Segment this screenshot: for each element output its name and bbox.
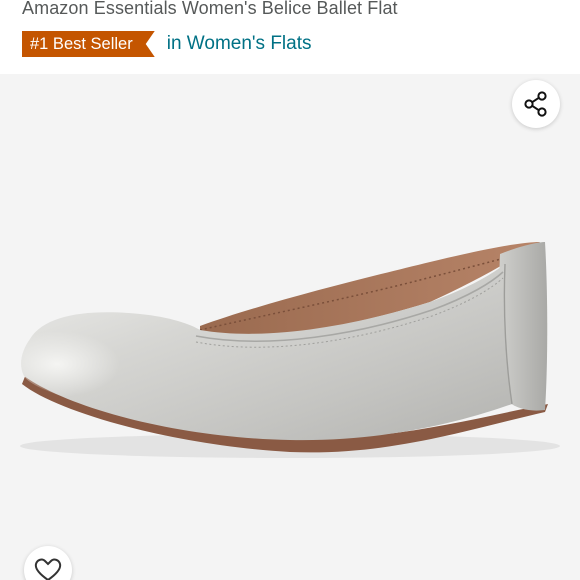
share-button[interactable]	[512, 80, 560, 128]
product-header: Amazon Essentials Women's Belice Ballet …	[0, 0, 580, 74]
product-title[interactable]: Amazon Essentials Women's Belice Ballet …	[22, 0, 398, 19]
share-icon	[524, 91, 547, 117]
best-seller-category-link[interactable]: in Women's Flats	[167, 31, 312, 57]
product-image-area[interactable]	[0, 74, 580, 580]
best-seller-badge[interactable]: #1 Best Seller	[22, 31, 155, 57]
product-image[interactable]	[0, 74, 580, 580]
heart-icon	[34, 558, 62, 580]
best-seller-row: #1 Best Seller in Women's Flats	[22, 31, 312, 57]
